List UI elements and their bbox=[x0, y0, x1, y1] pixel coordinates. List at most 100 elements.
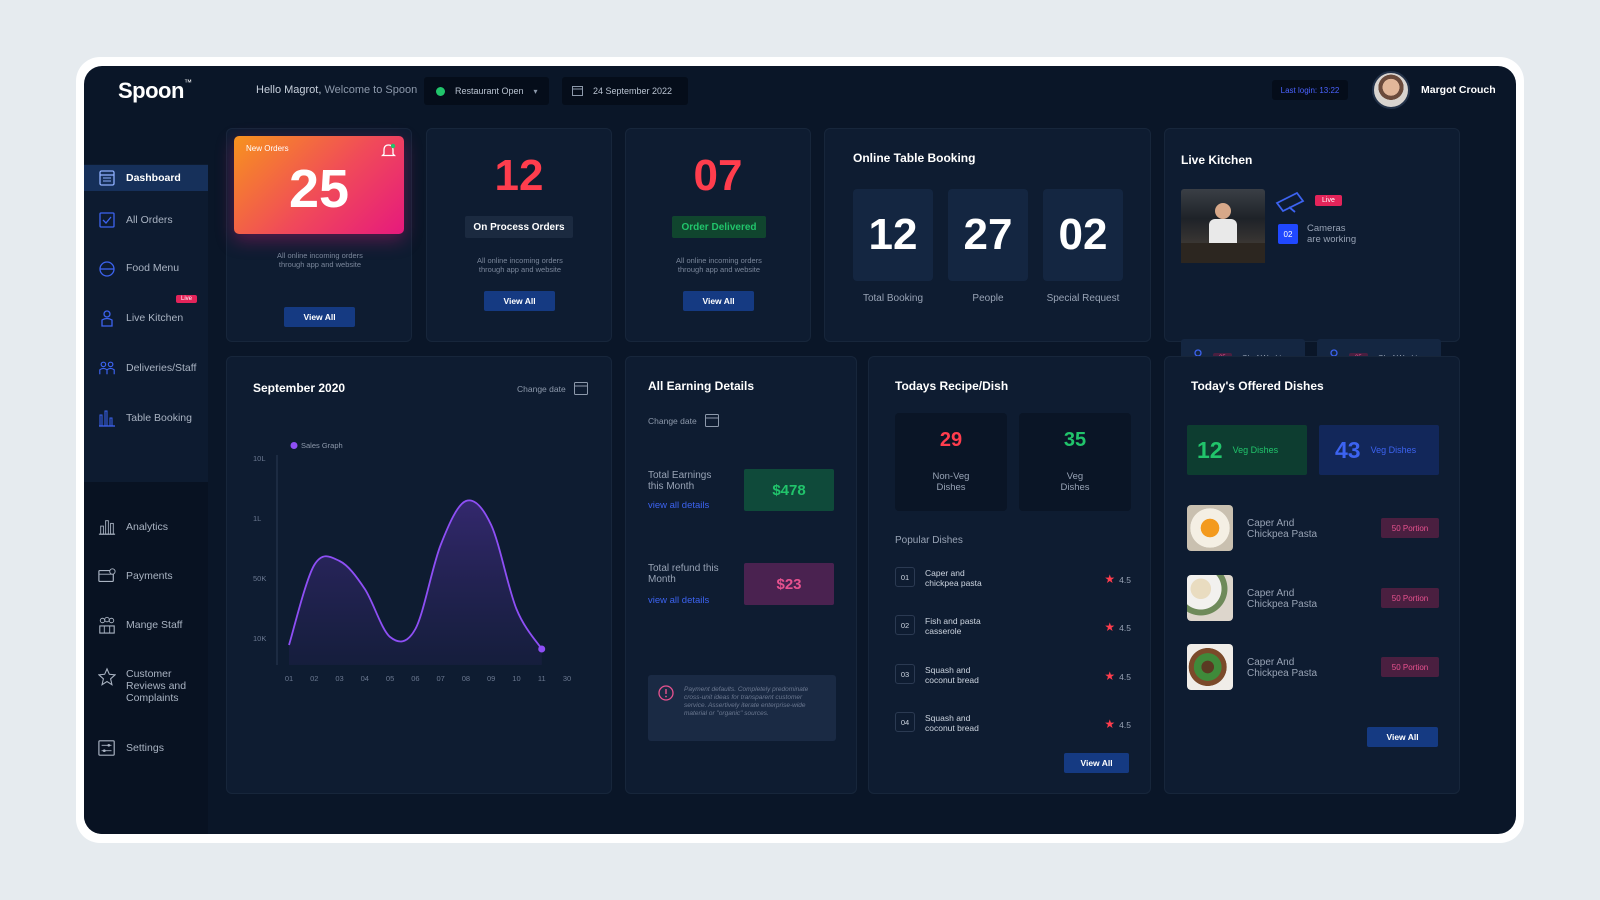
veg-dishes-count: 12 bbox=[1197, 436, 1223, 463]
dish-rating: ★ 4.5 bbox=[1104, 620, 1131, 634]
chevron-down-icon: ▾ bbox=[533, 86, 538, 96]
veg-dishes-count: 43 bbox=[1335, 436, 1361, 463]
popular-dishes-title: Popular Dishes bbox=[895, 535, 963, 546]
new-orders-view-all-button[interactable]: View All bbox=[284, 307, 355, 327]
process-orders-count: 12 bbox=[494, 151, 544, 200]
sidebar-item-analytics[interactable]: Analytics bbox=[84, 514, 208, 540]
sidebar-item-label: Settings bbox=[126, 742, 164, 754]
process-orders-card: 12 On Process Orders All online incoming… bbox=[426, 128, 612, 342]
recipes-view-all-button[interactable]: View All bbox=[1064, 753, 1129, 773]
offered-dish-row[interactable]: Caper And Chickpea Pasta 50 Portion bbox=[1187, 575, 1439, 621]
dish-image bbox=[1187, 644, 1233, 690]
portion-badge: 50 Portion bbox=[1381, 518, 1439, 538]
offered-dishes-card: Today's Offered Dishes 12 Veg Dishes 43 … bbox=[1164, 356, 1460, 794]
sidebar-item-food-menu[interactable]: Food Menu bbox=[84, 255, 208, 281]
star-icon: ★ bbox=[1104, 717, 1116, 731]
delivered-orders-view-all-button[interactable]: View All bbox=[683, 291, 754, 311]
offered-dish-row[interactable]: Caper And Chickpea Pasta 50 Portion bbox=[1187, 505, 1439, 551]
sidebar-item-manage-staff[interactable]: Mange Staff bbox=[84, 612, 208, 638]
dish-name: Caper And Chickpea Pasta bbox=[1247, 518, 1318, 540]
star-icon: ★ bbox=[1104, 620, 1116, 634]
dish-name: Caper And Chickpea Pasta bbox=[1247, 588, 1318, 610]
dish-name: Caper and chickpea pasta bbox=[925, 568, 982, 588]
date-picker[interactable]: 24 September 2022 bbox=[562, 77, 688, 105]
popular-dish-row[interactable]: 03 Squash and coconut bread ★ 4.5 bbox=[895, 662, 1131, 686]
sidebar-item-payments[interactable]: Payments bbox=[84, 563, 208, 589]
new-orders-tile[interactable]: New Orders 25 bbox=[234, 136, 404, 234]
process-orders-label: On Process Orders bbox=[465, 216, 573, 238]
sales-area-chart[interactable]: 10L 1L 50K 10K 01 02 03 04 05 06 07 08 09 10 11 30 Sale… bbox=[239, 427, 599, 707]
new-orders-count: 25 bbox=[288, 159, 350, 219]
kitchen-camera-feed[interactable] bbox=[1181, 189, 1265, 263]
sidebar-item-label: Mange Staff bbox=[126, 619, 183, 631]
sidebar-item-settings[interactable]: Settings bbox=[84, 735, 208, 761]
x-tick-label: 02 bbox=[310, 674, 318, 683]
brand-logo[interactable]: Spoon™ bbox=[118, 78, 192, 104]
x-tick-label: 03 bbox=[335, 674, 343, 683]
cameras-count: 02 bbox=[1278, 224, 1298, 244]
x-tick-label: 10 bbox=[512, 674, 520, 683]
process-orders-desc: All online incoming orders through app an… bbox=[477, 256, 563, 274]
table-booking-card: Online Table Booking 12 Total Booking 27… bbox=[824, 128, 1151, 342]
live-badge: Live bbox=[1315, 195, 1342, 206]
staff-icon bbox=[98, 616, 116, 634]
popular-dish-row[interactable]: 04 Squash and coconut bread ★ 4.5 bbox=[895, 710, 1131, 734]
y-tick-label: 50K bbox=[253, 574, 266, 583]
change-date-label: Change date bbox=[517, 384, 566, 394]
y-tick-label: 1L bbox=[253, 514, 261, 523]
x-tick-label: 01 bbox=[285, 674, 293, 683]
delivered-orders-desc: All online incoming orders through app an… bbox=[676, 256, 762, 274]
popular-dish-row[interactable]: 01 Caper and chickpea pasta ★ 4.5 bbox=[895, 565, 1131, 589]
x-tick-label: 04 bbox=[361, 674, 369, 683]
sidebar-item-customer-reviews[interactable]: Customer Reviews and Complaints bbox=[84, 667, 208, 708]
sales-legend-label: Sales Graph bbox=[301, 441, 343, 450]
sidebar-item-deliveries-staff[interactable]: Deliveries/Staff bbox=[84, 355, 208, 381]
dish-rating: ★ 4.5 bbox=[1104, 669, 1131, 683]
veg-label: Veg Dishes bbox=[1060, 471, 1090, 493]
sales-chart-card: September 2020 Change date 10L 1L 50K 10K 01… bbox=[226, 356, 612, 794]
sidebar-item-table-booking[interactable]: Table Booking bbox=[84, 405, 208, 431]
veg-stat: 35 Veg Dishes bbox=[1019, 413, 1131, 511]
process-orders-view-all-button[interactable]: View All bbox=[484, 291, 555, 311]
settings-icon bbox=[98, 739, 116, 757]
live-kitchen-title: Live Kitchen bbox=[1181, 153, 1253, 167]
payment-note-box: Payment defaults. Completely predominate… bbox=[648, 675, 836, 741]
change-date-button[interactable]: Change date bbox=[517, 381, 588, 397]
user-name[interactable]: Margot Crouch bbox=[1421, 84, 1496, 96]
x-tick-label: 08 bbox=[462, 674, 470, 683]
veg-dishes-count-box: 12 Veg Dishes bbox=[1187, 425, 1307, 475]
calendar-icon bbox=[704, 413, 719, 429]
sidebar-item-live-kitchen[interactable]: Live Live Kitchen bbox=[84, 295, 208, 331]
table-icon bbox=[98, 409, 116, 427]
dish-rank: 03 bbox=[895, 664, 915, 684]
popular-dish-row[interactable]: 02 Fish and pasta casserole ★ 4.5 bbox=[895, 613, 1131, 637]
refund-view-details-link[interactable]: view all details bbox=[648, 595, 709, 606]
sales-end-point[interactable] bbox=[538, 645, 546, 653]
x-tick-label: 11 bbox=[538, 674, 546, 683]
avatar[interactable] bbox=[1372, 71, 1410, 109]
recipes-title: Todays Recipe/Dish bbox=[895, 379, 1009, 393]
offered-dish-row[interactable]: Caper And Chickpea Pasta 50 Portion bbox=[1187, 644, 1439, 690]
earnings-view-details-link[interactable]: view all details bbox=[648, 500, 709, 511]
total-refund-label: Total refund this Month bbox=[648, 563, 719, 585]
calendar-icon bbox=[572, 85, 583, 98]
orders-icon bbox=[98, 211, 116, 229]
table-booking-title: Online Table Booking bbox=[853, 151, 976, 165]
delivered-orders-label: Order Delivered bbox=[672, 216, 766, 238]
offered-view-all-button[interactable]: View All bbox=[1367, 727, 1438, 747]
chef-icon bbox=[98, 309, 116, 327]
sidebar-item-label: Analytics bbox=[126, 521, 169, 533]
dish-rank: 02 bbox=[895, 615, 915, 635]
y-tick-label: 10K bbox=[253, 634, 266, 643]
camera-icon bbox=[1275, 191, 1307, 218]
earnings-card: All Earning Details Change date Total Ea… bbox=[625, 356, 857, 794]
sidebar-item-all-orders[interactable]: All Orders bbox=[84, 207, 208, 233]
restaurant-status-dropdown[interactable]: Restaurant Open ▾ bbox=[424, 77, 549, 105]
earnings-change-date-button[interactable]: Change date bbox=[648, 413, 719, 429]
date-label: 24 September 2022 bbox=[593, 86, 673, 96]
dish-rank: 01 bbox=[895, 567, 915, 587]
portion-badge: 50 Portion bbox=[1381, 657, 1439, 677]
dish-image bbox=[1187, 505, 1233, 551]
new-orders-card: New Orders 25 All online incoming orders… bbox=[226, 128, 412, 342]
sidebar-item-dashboard[interactable]: Dashboard bbox=[84, 165, 208, 191]
